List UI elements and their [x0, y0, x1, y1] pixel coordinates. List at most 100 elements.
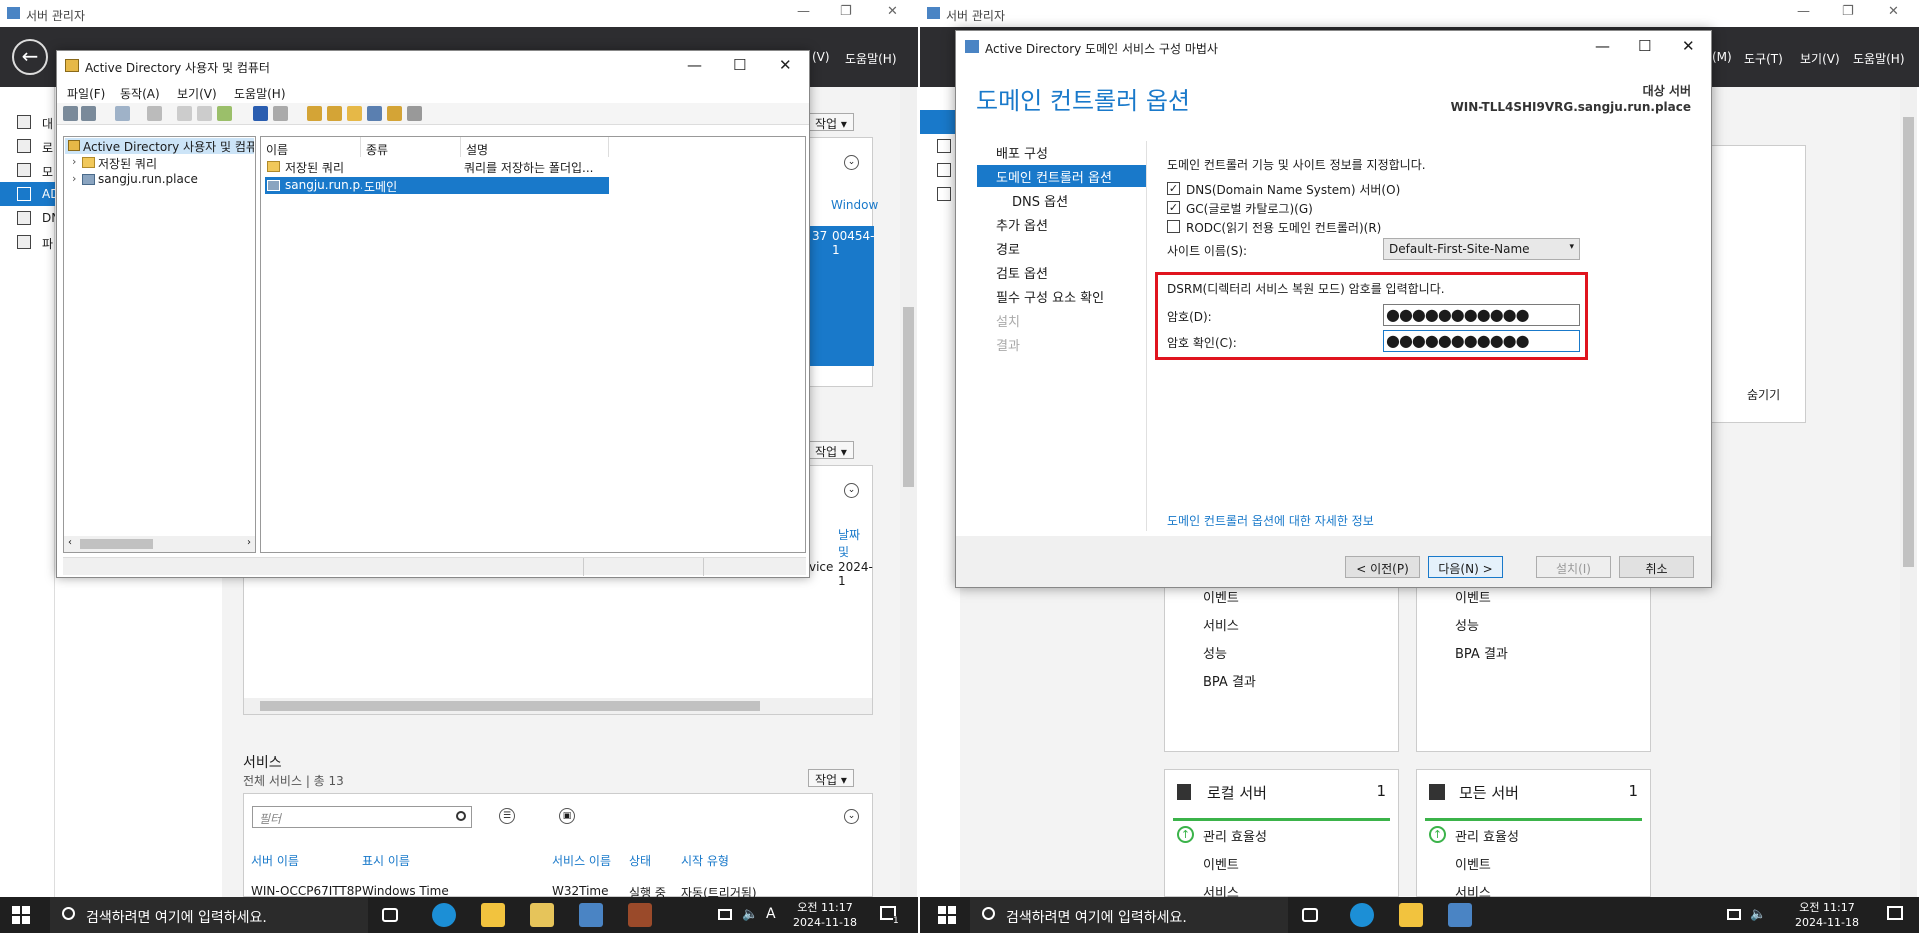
col-name[interactable]: 이름	[261, 137, 361, 157]
filter-icon[interactable]	[367, 106, 382, 121]
more-info-link[interactable]: 도메인 컨트롤러 옵션에 대한 자세한 정보	[1167, 512, 1374, 529]
minimize-icon[interactable]: —	[797, 4, 810, 19]
task-view-icon[interactable]	[1302, 908, 1318, 922]
delegate-icon[interactable]	[407, 106, 422, 121]
menu-help[interactable]: 도움말(H)	[234, 85, 286, 102]
tasks-dropdown-1[interactable]: 작업 ▾	[808, 113, 854, 131]
col-status[interactable]: 상태	[629, 852, 651, 869]
back-icon[interactable]	[63, 106, 78, 121]
chevron-right-icon[interactable]: ›	[72, 155, 76, 168]
menu-view[interactable]: 보기(V)	[1800, 50, 1840, 67]
nav-item-ad[interactable]: AD	[0, 182, 55, 206]
server-icon[interactable]	[937, 139, 951, 153]
menu-tools[interactable]: 도구(T)	[1744, 50, 1783, 67]
menu-manage[interactable]: (M)	[1712, 50, 1732, 64]
tree-domain[interactable]: › sangju.run.place	[68, 172, 198, 188]
find-icon[interactable]	[387, 106, 402, 121]
server-manager-taskbar-icon[interactable]	[1448, 903, 1472, 927]
minimize-icon[interactable]: —	[1595, 37, 1610, 55]
step-review[interactable]: 검토 옵션	[996, 263, 1048, 282]
taskbar-search[interactable]: 검색하려면 여기에 입력하세요.	[50, 897, 368, 933]
services-filter-input[interactable]: 필터	[252, 806, 472, 828]
close-icon[interactable]: ✕	[1682, 37, 1695, 55]
restore-icon[interactable]: ❐	[1842, 4, 1854, 19]
next-button[interactable]: 다음(N) >	[1428, 556, 1503, 578]
server-manager-taskbar-icon[interactable]	[579, 903, 603, 927]
search-icon[interactable]	[456, 811, 466, 821]
maximize-icon[interactable]: ☐	[1638, 37, 1651, 55]
cancel-button[interactable]: 취소	[1619, 556, 1694, 578]
menu-help[interactable]: 도움말(H)	[845, 50, 897, 67]
taskbar-clock[interactable]: 오전 11:17 2024-11-18	[790, 900, 860, 930]
export-icon[interactable]	[217, 106, 232, 121]
prev-button[interactable]: < 이전(P)	[1345, 556, 1420, 578]
step-dns[interactable]: DNS 옵션	[1012, 191, 1068, 210]
taskbar-search[interactable]: 검색하려면 여기에 입력하세요.	[970, 897, 1288, 933]
save-query-icon[interactable]: ▣	[559, 808, 575, 824]
col-service[interactable]: 서비스 이름	[552, 852, 611, 869]
nav-item-files[interactable]: 파	[0, 230, 55, 254]
console-tree-icon[interactable]	[115, 106, 130, 121]
col-server[interactable]: 서버 이름	[251, 852, 299, 869]
forward-icon[interactable]	[81, 106, 96, 121]
tree-hscroll[interactable]: ‹ ›	[64, 536, 255, 552]
start-button[interactable]	[938, 906, 956, 924]
menu-view[interactable]: (V)	[812, 50, 830, 64]
nav-item-all[interactable]: 모	[0, 158, 55, 182]
nav-item-local[interactable]: 로	[0, 134, 55, 158]
taskbar-clock[interactable]: 오전 11:17 2024-11-18	[1792, 900, 1862, 930]
col-desc[interactable]: 설명	[461, 137, 609, 157]
ime-indicator[interactable]: A	[766, 906, 776, 922]
new-group-icon[interactable]	[327, 106, 342, 121]
list-item[interactable]: 저장된 쿼리 쿼리를 저장하는 폴더입...	[265, 158, 609, 175]
checkbox-checked[interactable]: ✓	[1167, 182, 1180, 195]
show-icon[interactable]	[273, 106, 288, 121]
step-additional[interactable]: 추가 옵션	[996, 215, 1048, 234]
task-view-icon[interactable]	[382, 908, 398, 922]
expand-icon[interactable]: ⌄	[844, 809, 859, 824]
checkbox-unchecked[interactable]	[1167, 220, 1180, 233]
menu-view[interactable]: 보기(V)	[177, 85, 217, 102]
right-sm-vscroll[interactable]	[1900, 87, 1917, 897]
properties-icon[interactable]	[177, 106, 192, 121]
password-field[interactable]: ●●●●●●●●●●●	[1383, 304, 1580, 326]
minimize-icon[interactable]: —	[687, 56, 702, 74]
maximize-icon[interactable]: ☐	[733, 56, 746, 74]
restore-icon[interactable]: ❐	[840, 4, 852, 19]
step-dc-options[interactable]: 도메인 컨트롤러 옵션	[977, 165, 1147, 187]
confirm-password-field[interactable]: ●●●●●●●●●●●	[1383, 330, 1580, 352]
volume-icon[interactable]: 🔈	[1750, 907, 1766, 922]
nav-item-dashboard[interactable]: 대	[0, 110, 55, 134]
menu-file[interactable]: 파일(F)	[67, 85, 105, 102]
start-button[interactable]	[12, 906, 30, 924]
site-select[interactable]: Default-First-Site-Name ▾	[1383, 238, 1580, 260]
file-explorer-icon[interactable]	[481, 903, 505, 927]
refresh-icon[interactable]	[197, 106, 212, 121]
selected-row[interactable]: 37 00454-1	[804, 226, 875, 366]
tree-root[interactable]: Active Directory 사용자 및 컴퓨	[65, 138, 254, 154]
network-icon[interactable]	[1727, 909, 1741, 920]
nav-item-dashboard[interactable]	[920, 110, 960, 134]
col-display[interactable]: 표시 이름	[362, 852, 410, 869]
tree-saved-queries[interactable]: › 저장된 쿼리	[68, 155, 157, 171]
checkbox-checked[interactable]: ✓	[1167, 201, 1180, 214]
tasks-dropdown-2[interactable]: 작업 ▾	[808, 441, 854, 459]
edge-icon[interactable]	[1350, 903, 1374, 927]
new-user-icon[interactable]	[307, 106, 322, 121]
notification-icon[interactable]	[1887, 906, 1903, 920]
left-sm-vscroll[interactable]	[900, 87, 917, 897]
col-type[interactable]: 종류	[361, 137, 461, 157]
close-icon[interactable]: ✕	[887, 4, 898, 19]
step-paths[interactable]: 경로	[996, 239, 1020, 258]
hide-link[interactable]: 숨기기	[1747, 386, 1780, 403]
h-scrollbar[interactable]	[244, 698, 872, 714]
menu-action[interactable]: 동작(A)	[120, 85, 160, 102]
new-ou-icon[interactable]	[347, 106, 362, 121]
help-icon[interactable]	[253, 106, 268, 121]
menu-help[interactable]: 도움말(H)	[1853, 50, 1905, 67]
file-explorer-icon[interactable]	[1399, 903, 1423, 927]
tasks-dropdown-3[interactable]: 작업 ▾	[808, 769, 854, 787]
ad-icon[interactable]	[937, 187, 951, 201]
close-icon[interactable]: ✕	[779, 56, 792, 74]
copy-icon[interactable]	[147, 106, 162, 121]
